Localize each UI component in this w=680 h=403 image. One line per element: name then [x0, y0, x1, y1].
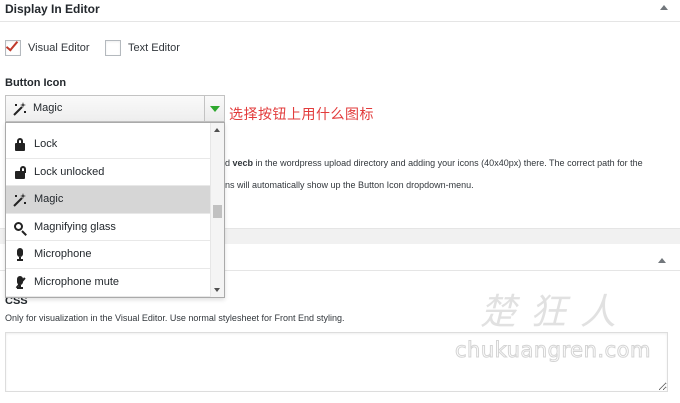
- text-editor-option[interactable]: Text Editor: [105, 40, 180, 56]
- visual-editor-option[interactable]: Visual Editor: [5, 38, 90, 56]
- option-label: Magnifying glass: [34, 220, 116, 233]
- magic-wand-icon: [13, 193, 27, 207]
- watermark-en: chukuangren.com: [455, 338, 651, 363]
- description-line-2: ns will automatically show up the Button…: [225, 180, 474, 190]
- dropdown-option-magic[interactable]: Magic: [6, 186, 210, 214]
- option-label: Microphone: [34, 248, 92, 261]
- caret-down-icon: [210, 106, 220, 112]
- dropdown-option-microphone[interactable]: Microphone: [6, 241, 210, 269]
- scrollbar-thumb[interactable]: [213, 205, 222, 218]
- option-label: Lock unlocked: [34, 165, 105, 178]
- watermark-cn: 楚狂人: [480, 292, 631, 333]
- scroll-up-arrow-icon[interactable]: [214, 128, 220, 132]
- vecb-keyword: vecb: [232, 158, 254, 168]
- annotation-text: 选择按钮上用什么图标: [229, 107, 374, 123]
- visual-editor-label: Visual Editor: [28, 42, 90, 54]
- description-line-1: d vecb in the wordpress upload directory…: [225, 158, 643, 168]
- dropdown-option-microphone-mute[interactable]: Microphone mute: [6, 269, 210, 297]
- dropdown-option-lock-unlocked[interactable]: Lock unlocked: [6, 159, 210, 187]
- microphone-icon: [13, 248, 27, 262]
- scroll-down-arrow-icon[interactable]: [214, 288, 220, 292]
- select-value: Magic: [33, 102, 63, 114]
- dropdown-toggle-button[interactable]: [204, 96, 224, 121]
- dropdown-option-lock[interactable]: Lock: [6, 131, 210, 159]
- checkmark-icon: [5, 38, 19, 52]
- collapse-arrow-icon[interactable]: [660, 5, 668, 10]
- lock-unlocked-icon: [13, 165, 27, 180]
- dropdown-options: Lock Lock unlocked Magic Magnifying glas…: [6, 131, 210, 297]
- panel-title: Display In Editor: [5, 2, 100, 16]
- visual-editor-checkbox[interactable]: [5, 38, 21, 56]
- magic-wand-icon: [13, 102, 27, 119]
- display-in-editor-header[interactable]: Display In Editor: [0, 0, 680, 22]
- option-label: Microphone mute: [34, 275, 119, 288]
- button-icon-label: Button Icon: [5, 77, 67, 89]
- magnifying-glass-icon: [13, 221, 27, 236]
- text-editor-label: Text Editor: [128, 42, 180, 54]
- dropdown-option-magnifying-glass[interactable]: Magnifying glass: [6, 214, 210, 242]
- button-icon-select[interactable]: Magic: [5, 95, 225, 122]
- option-label: Magic: [34, 193, 64, 206]
- lock-icon: [13, 138, 27, 152]
- dropdown-scrollbar[interactable]: [210, 123, 224, 297]
- icon-dropdown-list[interactable]: Lock Lock unlocked Magic Magnifying glas…: [5, 122, 225, 298]
- text-editor-checkbox[interactable]: [105, 40, 121, 56]
- option-label: Lock: [34, 138, 58, 150]
- microphone-mute-icon: [13, 275, 27, 290]
- css-help-text: Only for visualization in the Visual Edi…: [5, 313, 345, 323]
- collapse-arrow-icon[interactable]: [658, 258, 666, 263]
